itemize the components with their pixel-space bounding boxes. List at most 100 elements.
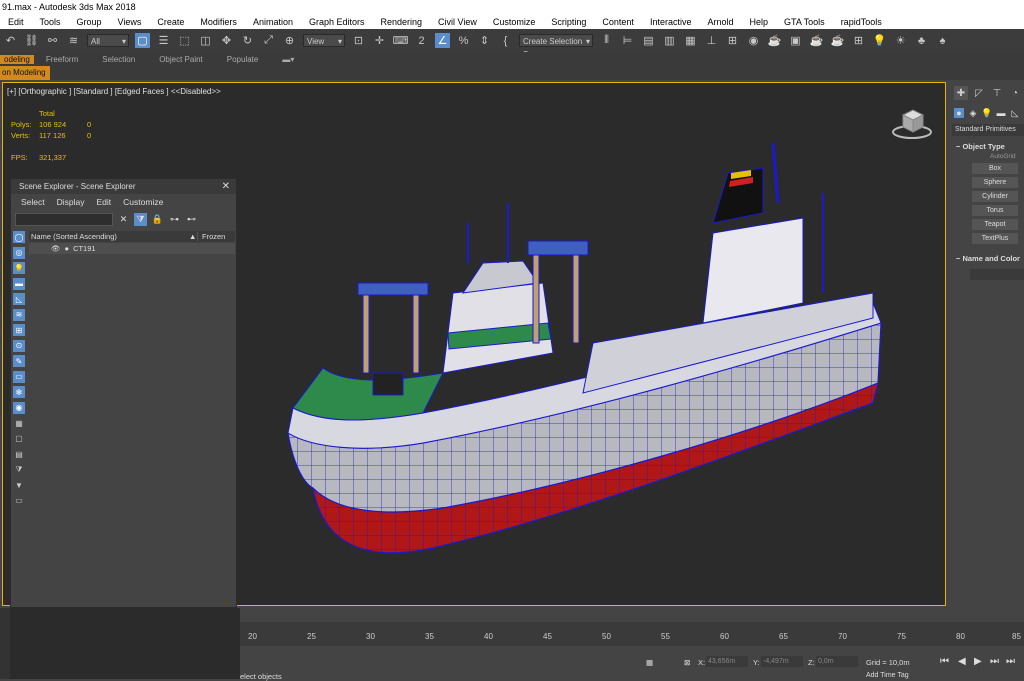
layer-icon[interactable]: ⊷ <box>185 213 198 226</box>
display-all-icon[interactable]: ▦ <box>13 417 25 429</box>
spinner-snap-icon[interactable]: ⇕ <box>477 33 492 48</box>
group-filter-icon[interactable]: ⊞ <box>13 324 25 336</box>
menu-scripting[interactable]: Scripting <box>543 17 594 27</box>
filter-icon[interactable]: ⧩ <box>134 212 147 226</box>
menu-animation[interactable]: Animation <box>245 17 301 27</box>
visibility-eye-icon[interactable]: 👁 <box>29 244 61 253</box>
frozen-filter-icon[interactable]: ◉ <box>13 401 25 414</box>
render-grid-icon[interactable]: ⊞ <box>851 33 866 48</box>
hierarchy-tab-icon[interactable]: ⊤ <box>990 86 1004 100</box>
close-icon[interactable]: ✕ <box>222 179 230 194</box>
selection-lock-icon[interactable]: ⊠ <box>684 658 690 667</box>
filter-funnel-2-icon[interactable]: ▼ <box>13 479 25 491</box>
keyboard-shortcut-icon[interactable]: ⌨ <box>393 33 409 48</box>
light-icon[interactable]: 💡 <box>872 33 887 48</box>
link-icon[interactable]: ⛓ <box>24 33 39 48</box>
camera-filter-icon[interactable]: ▬ <box>13 277 25 290</box>
curve-editor-icon[interactable]: ⊥ <box>704 33 719 48</box>
teapot-button[interactable]: Teapot <box>972 219 1018 230</box>
se-menu-customize[interactable]: Customize <box>117 197 169 207</box>
menu-tools[interactable]: Tools <box>32 17 69 27</box>
textplus-button[interactable]: TextPlus <box>972 233 1018 244</box>
rect-selection-icon[interactable]: ⬚ <box>177 33 192 48</box>
window-crossing-icon[interactable]: ◫ <box>198 33 213 48</box>
lights-icon[interactable]: 💡 <box>981 108 992 118</box>
menu-help[interactable]: Help <box>741 17 776 27</box>
menu-modifiers[interactable]: Modifiers <box>192 17 245 27</box>
bind-spacewarp-icon[interactable]: ≋ <box>66 33 81 48</box>
light-filter-icon[interactable]: 💡 <box>13 262 25 274</box>
y-coord-field[interactable]: -4,497m <box>761 656 803 667</box>
go-to-start-icon[interactable]: ⏮ <box>940 656 949 667</box>
menu-edit[interactable]: Edit <box>0 17 32 27</box>
angle-snap-icon[interactable]: ∠ <box>435 33 450 48</box>
scene-explorer-title[interactable]: Scene Explorer - Scene Explorer ✕ <box>11 179 236 194</box>
shape-filter-icon[interactable]: ◎ <box>13 246 25 259</box>
select-by-name-icon[interactable]: ☰ <box>156 33 171 48</box>
geometry-filter-icon[interactable]: ◯ <box>13 231 25 243</box>
menu-customize[interactable]: Customize <box>485 17 544 27</box>
undo-icon[interactable]: ↶ <box>3 33 18 48</box>
mirror-icon[interactable]: ⫴ <box>599 33 614 48</box>
rotate-icon[interactable]: ↻ <box>240 33 255 48</box>
shapes-icon[interactable]: ◈ <box>968 108 978 118</box>
viewcube-icon[interactable] <box>891 105 933 141</box>
toggle-filter-icon[interactable]: ▭ <box>13 495 25 507</box>
add-time-tag-button[interactable]: Add Time Tag <box>866 672 909 679</box>
geometry-icon[interactable]: ● <box>954 108 964 118</box>
hierarchy-icon[interactable]: ⊶ <box>168 213 181 226</box>
cylinder-button[interactable]: Cylinder <box>972 191 1018 202</box>
percent-snap-icon[interactable]: % <box>456 33 471 48</box>
display-none-icon[interactable]: ▢ <box>13 433 25 445</box>
select-object-icon[interactable]: ▢ <box>135 33 150 48</box>
sort-arrow-icon[interactable]: ▲ <box>189 232 197 241</box>
render-setup-icon[interactable]: ☕ <box>767 33 782 48</box>
ribbon-tab-object-paint[interactable]: Object Paint <box>147 55 215 64</box>
named-selection-dropdown[interactable]: Create Selection Se <box>519 34 593 59</box>
menu-interactive[interactable]: Interactive <box>642 17 700 27</box>
ribbon-tab-freeform[interactable]: Freeform <box>34 55 90 64</box>
invert-display-icon[interactable]: ▤ <box>13 448 25 460</box>
ribbon-sub-polygon-modeling[interactable]: on Modeling <box>0 66 50 80</box>
table-row[interactable]: 👁 ● CT191 <box>29 243 235 254</box>
autogrid-checkbox[interactable]: AutoGrid <box>950 153 1024 160</box>
schematic-view-icon[interactable]: ⊞ <box>725 33 740 48</box>
cameras-icon[interactable]: ▬ <box>996 108 1006 118</box>
menu-group[interactable]: Group <box>69 17 110 27</box>
clear-search-icon[interactable]: ✕ <box>117 213 130 226</box>
menu-arnold[interactable]: Arnold <box>699 17 741 27</box>
tree-icon[interactable]: ♣ <box>914 33 929 48</box>
box-button[interactable]: Box <box>972 163 1018 174</box>
menu-rapidtools[interactable]: rapidTools <box>833 17 890 27</box>
menu-views[interactable]: Views <box>110 17 150 27</box>
se-menu-select[interactable]: Select <box>15 197 51 207</box>
ribbon-tab-selection[interactable]: Selection <box>90 55 147 64</box>
timeline-track[interactable]: 20 25 30 35 40 45 50 55 60 65 70 75 80 8… <box>240 622 1024 646</box>
column-frozen[interactable]: Frozen <box>197 232 225 241</box>
se-menu-edit[interactable]: Edit <box>91 197 118 207</box>
rendered-frame-icon[interactable]: ▣ <box>788 33 803 48</box>
menu-graph-editors[interactable]: Graph Editors <box>301 17 373 27</box>
helpers-icon[interactable]: ◺ <box>1010 108 1020 118</box>
torus-button[interactable]: Torus <box>972 205 1018 216</box>
render-iterative-icon[interactable]: ☕ <box>830 33 845 48</box>
ribbon-options-icon[interactable]: ▬▾ <box>270 55 306 64</box>
x-coord-field[interactable]: 43,656m <box>706 656 748 667</box>
z-coord-field[interactable]: 0,0m <box>816 656 858 667</box>
menu-gta-tools[interactable]: GTA Tools <box>776 17 833 27</box>
align-icon[interactable]: ⊨ <box>620 33 635 48</box>
menu-rendering[interactable]: Rendering <box>373 17 431 27</box>
play-icon[interactable]: ▶ <box>974 656 982 667</box>
xref-filter-icon[interactable]: ⊙ <box>13 339 25 352</box>
container-filter-icon[interactable]: ▭ <box>13 370 25 383</box>
menu-create[interactable]: Create <box>149 17 192 27</box>
material-editor-icon[interactable]: ◉ <box>746 33 761 48</box>
primitive-type-dropdown[interactable]: Standard Primitives <box>952 124 1024 136</box>
reference-coord-dropdown[interactable]: View <box>303 34 345 48</box>
ship-model[interactable] <box>283 143 883 563</box>
next-frame-icon[interactable]: ⏭ <box>990 656 999 667</box>
ribbon-tab-modeling[interactable]: odeling <box>0 54 34 64</box>
unlink-icon[interactable]: ⚯ <box>45 33 60 48</box>
toggle-ribbon-icon[interactable]: ▦ <box>683 33 698 48</box>
pivot-center-icon[interactable]: ⊡ <box>351 33 366 48</box>
